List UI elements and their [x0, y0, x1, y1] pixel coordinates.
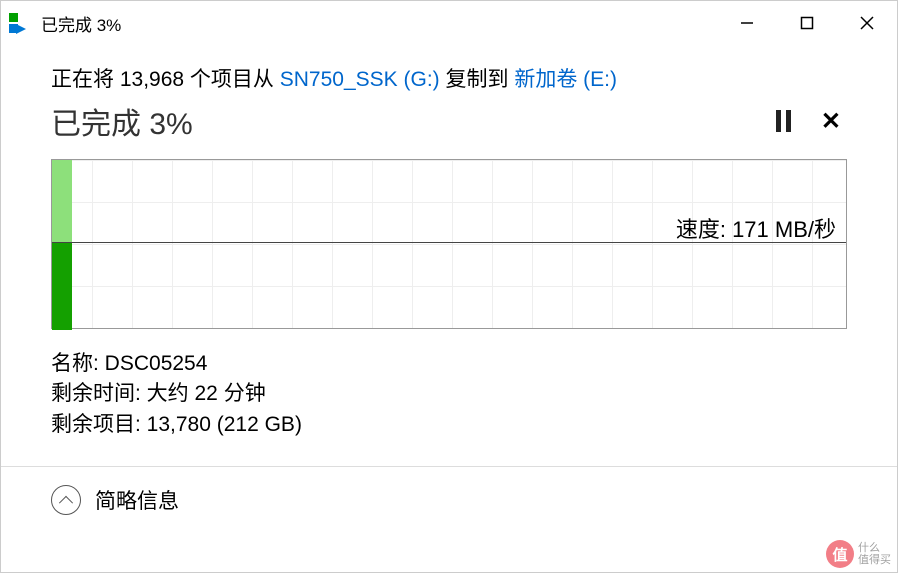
details-toggle[interactable]: 简略信息 — [1, 467, 897, 533]
watermark: 值 什么 值得买 — [826, 540, 891, 568]
detail-name: 名称: DSC05254 — [51, 349, 847, 379]
cancel-button[interactable]: ✕ — [821, 107, 841, 136]
titlebar: 已完成 3% — [1, 1, 897, 45]
destination-drive-link[interactable]: 新加卷 (E:) — [514, 68, 617, 91]
copy-description: 正在将 13,968 个项目从 SN750_SSK (G:) 复制到 新加卷 (… — [51, 63, 847, 93]
copy-progress-icon — [9, 13, 33, 33]
detail-items-remaining: 剩余项目: 13,780 (212 GB) — [51, 410, 847, 440]
maximize-button[interactable] — [777, 3, 837, 43]
item-count: 13,968 — [120, 68, 184, 91]
source-drive-link[interactable]: SN750_SSK (G:) — [280, 68, 440, 91]
minimize-button[interactable] — [717, 3, 777, 43]
speed-label: 速度: 171 MB/秒 — [676, 212, 836, 244]
close-button[interactable] — [837, 3, 897, 43]
pause-button[interactable] — [776, 110, 791, 132]
window-title: 已完成 3% — [41, 11, 121, 36]
detail-time-remaining: 剩余时间: 大约 22 分钟 — [51, 379, 847, 409]
progress-status: 已完成 3% — [51, 99, 193, 143]
details-toggle-label: 简略信息 — [95, 485, 179, 515]
speed-graph: 速度: 171 MB/秒 — [51, 159, 847, 329]
chevron-up-icon — [51, 485, 81, 515]
